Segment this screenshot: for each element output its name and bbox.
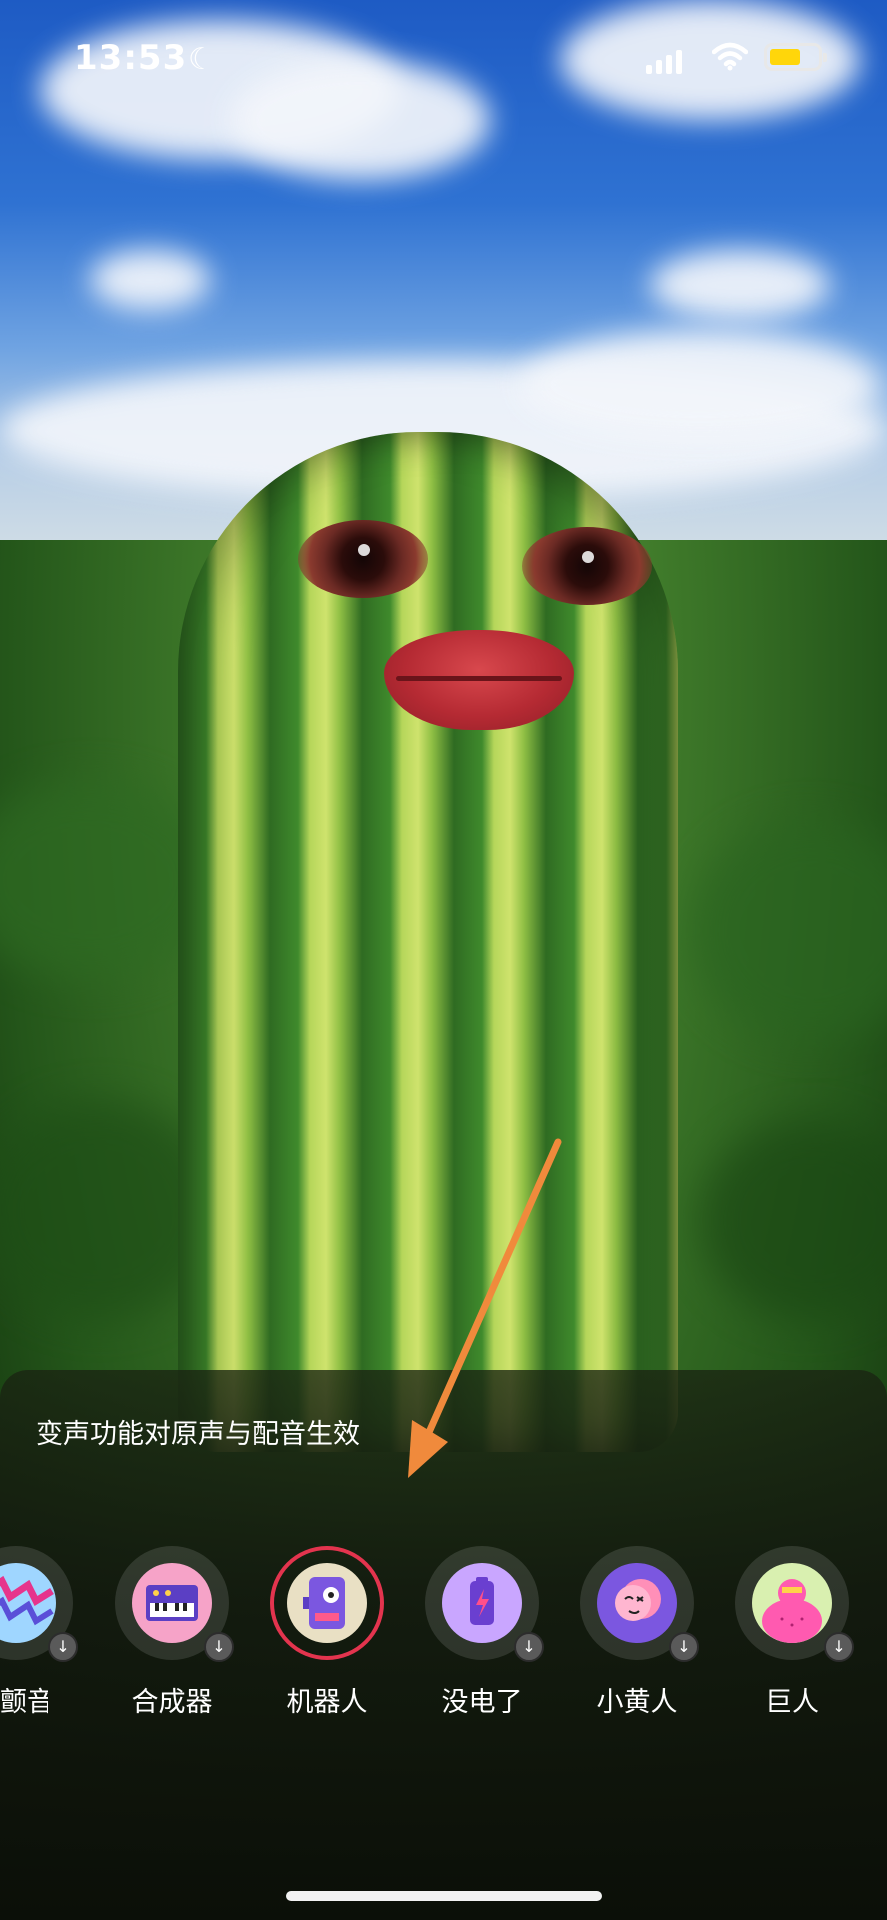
robot-icon	[287, 1563, 367, 1643]
right-eye	[522, 527, 652, 605]
download-arrow-icon: ↓	[48, 1632, 78, 1662]
effect-robot[interactable]: 机器人	[267, 1546, 387, 1718]
status-time: 13:53	[74, 38, 188, 78]
download-arrow-icon: ↓	[669, 1632, 699, 1662]
panel-title: 变声功能对原声与配音生效	[36, 1419, 360, 1450]
effect-synthesizer[interactable]: ↓ 合成器	[112, 1546, 234, 1718]
cloud	[520, 330, 880, 440]
synthesizer-icon	[132, 1563, 212, 1643]
minion-face-icon	[597, 1563, 677, 1643]
battery-level	[770, 49, 800, 65]
effect-label: 巨人	[765, 1687, 819, 1718]
effect-vibrato[interactable]: ↓ 颤音	[0, 1546, 78, 1718]
voice-effect-panel: 变声功能对原声与配音生效 ↓ 颤音 ↓ 合成器 机器人 ↓ 没电了 ↓ 小黄人 …	[0, 1370, 887, 1920]
download-arrow-icon: ↓	[204, 1632, 234, 1662]
download-arrow-icon: ↓	[514, 1632, 544, 1662]
battery-icon	[764, 43, 827, 71]
battery-can-icon	[442, 1563, 522, 1643]
download-arrow-icon: ↓	[824, 1632, 854, 1662]
effect-label: 颤音	[0, 1687, 48, 1718]
effect-label: 机器人	[286, 1687, 368, 1718]
cloud	[90, 250, 210, 310]
home-indicator[interactable]	[286, 1891, 602, 1901]
wifi-icon	[712, 42, 748, 71]
effect-minion[interactable]: ↓ 小黄人	[577, 1546, 699, 1718]
lips	[384, 630, 574, 730]
effect-label: 小黄人	[596, 1687, 678, 1718]
left-eye	[298, 520, 428, 598]
status-bar: 13:53 ☾	[0, 0, 887, 120]
cellular-signal-icon	[646, 46, 682, 74]
voice-effect-list[interactable]: ↓ 颤音 ↓ 合成器 机器人 ↓ 没电了 ↓ 小黄人 ↓ 巨人	[0, 1546, 887, 1718]
giant-icon	[752, 1563, 832, 1643]
effect-label: 没电了	[441, 1687, 523, 1718]
effect-label: 合成器	[131, 1687, 213, 1718]
moon-icon: ☾	[188, 42, 215, 77]
effect-giant[interactable]: ↓ 巨人	[732, 1546, 854, 1718]
cloud	[650, 250, 830, 320]
effect-out-of-battery[interactable]: ↓ 没电了	[422, 1546, 544, 1718]
